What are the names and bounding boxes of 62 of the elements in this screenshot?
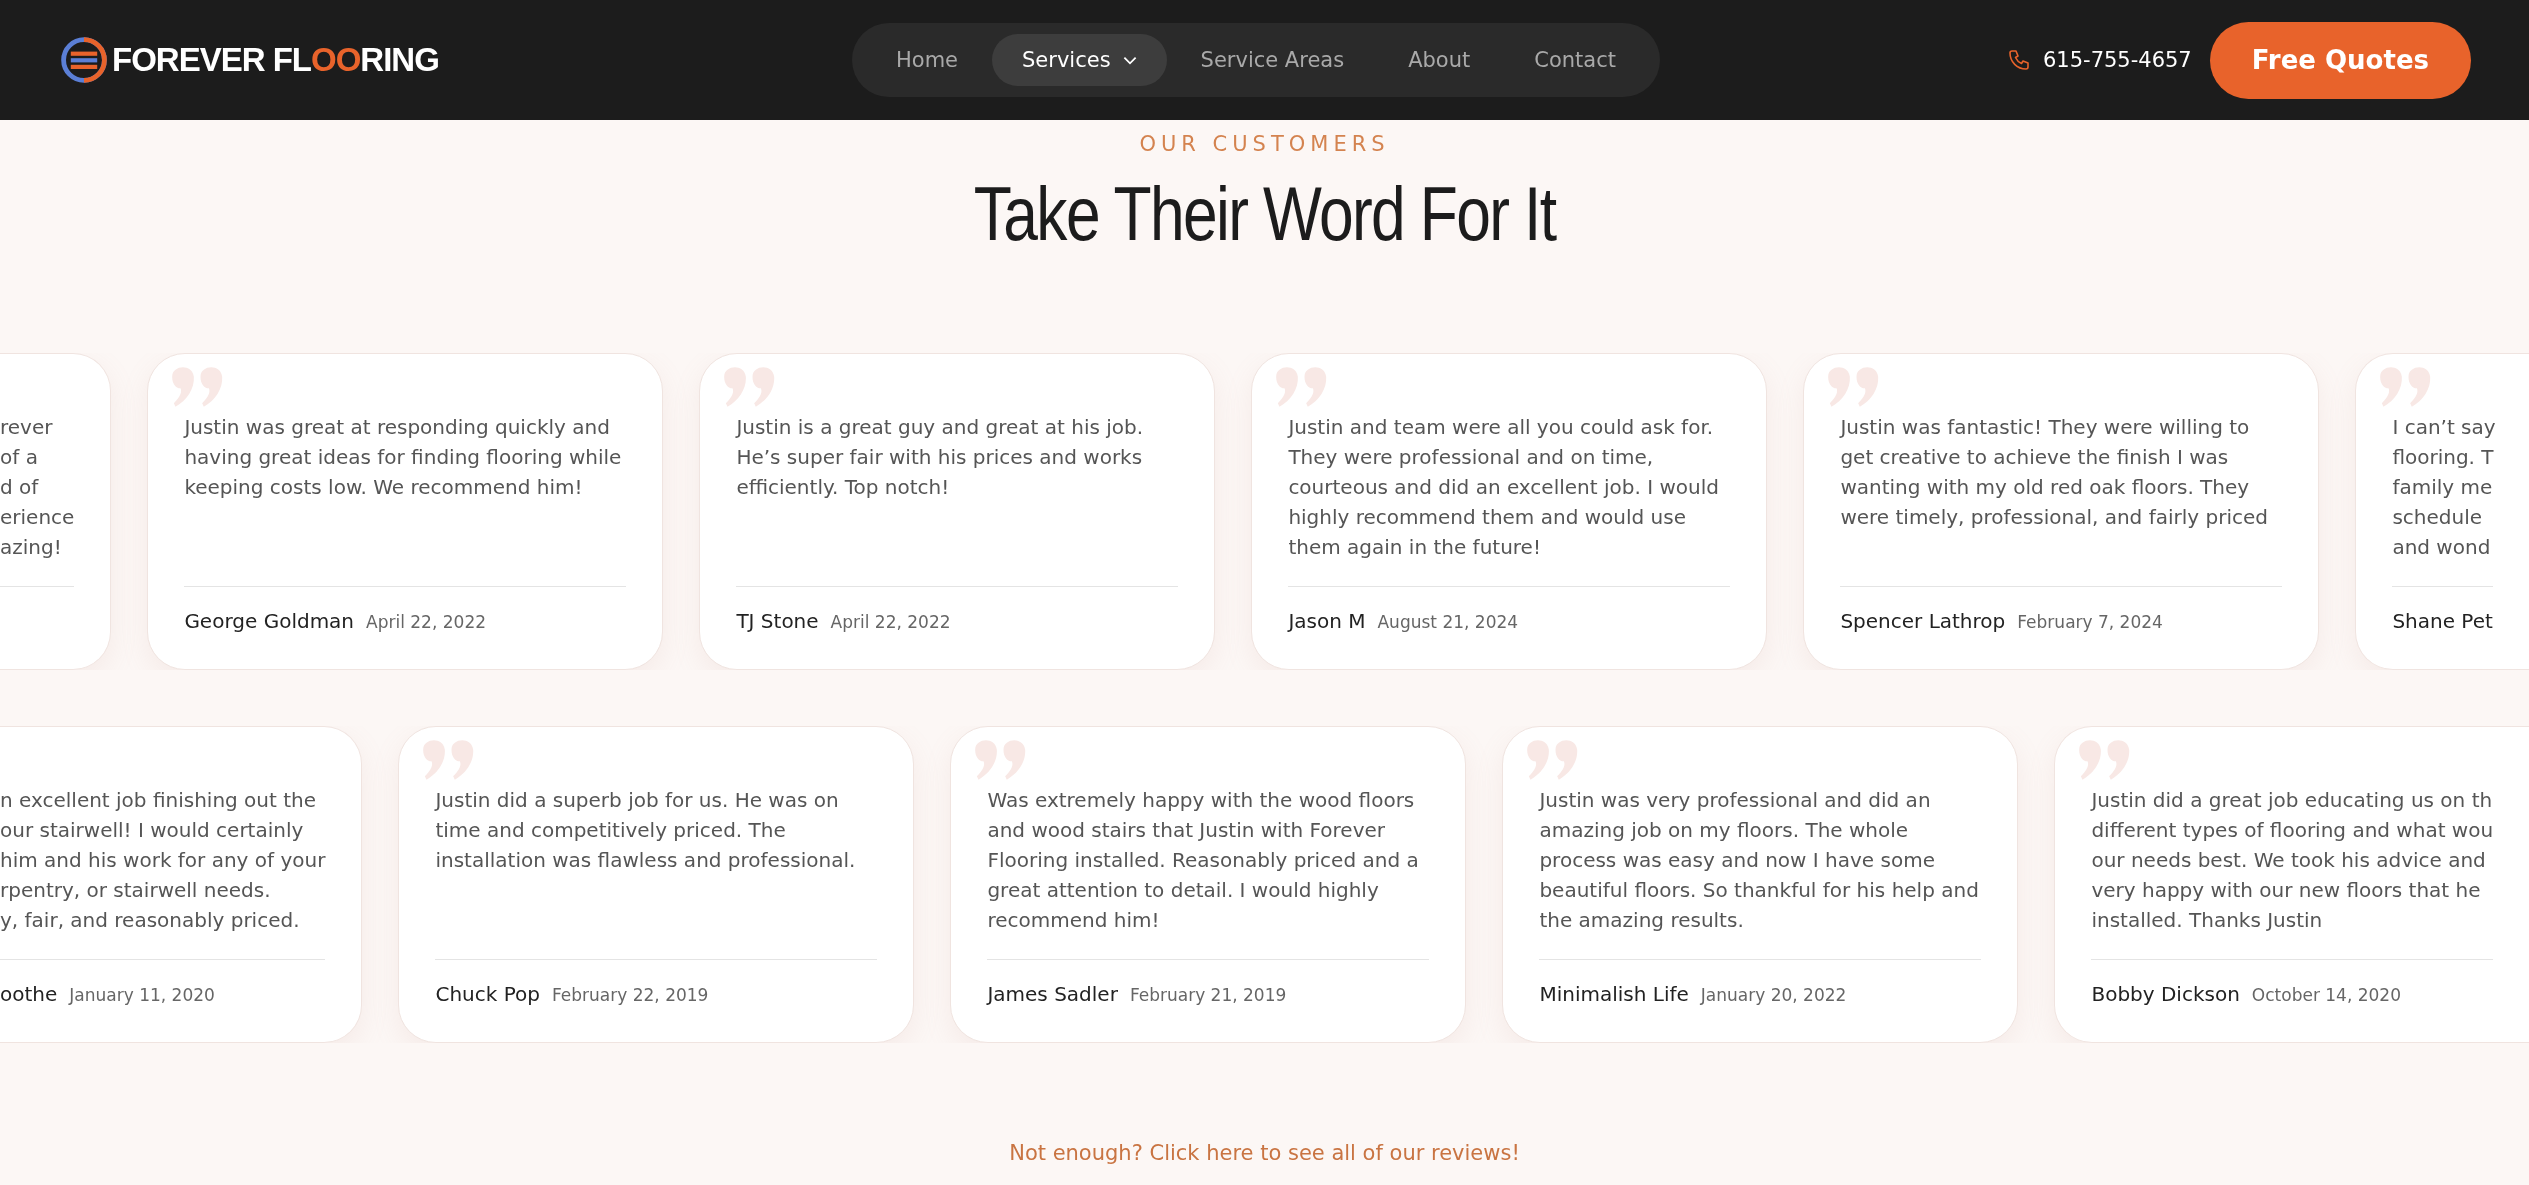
free-quotes-button[interactable]: Free Quotes	[2209, 21, 2471, 99]
nav-link[interactable]: About	[1378, 34, 1501, 86]
review-text-line: different types of flooring and what wou	[2091, 817, 2493, 844]
review-text: Justin was great at responding quickly and having great ideas for finding flooring while keeping costs low. We recommend him!	[184, 414, 623, 501]
review-text: Justin was very professional and did an amazing job on my floors. The whole process was easy and now I have some beautiful floors. So thankful for his help and the amazing results.	[1539, 787, 1980, 934]
review-text-line: installed. Thanks Justin	[2091, 907, 2324, 934]
review-text-line: d of	[0, 474, 40, 501]
review-text-line: him and his work for any of your	[0, 847, 326, 874]
section-title: Take Their Word For It	[973, 170, 1556, 257]
review-text: Was extremely happy with the wood floors and wood stairs that Justin with Forever Flooring installed. Reasonably priced and a great attention to detail. I would highly recommend him!	[987, 787, 1420, 934]
review-date: October 14, 2020	[2251, 985, 2401, 1005]
reviewer-name: Spencer Lathrop	[1840, 609, 2006, 633]
review-text-line: of a	[0, 444, 39, 471]
review-date: April 22, 2022	[830, 612, 951, 632]
review-date: February 7, 2024	[2017, 612, 2163, 632]
nav-link[interactable]: Home	[866, 34, 988, 86]
review-text: Justin and team were all you could ask for. They were professional and on time, courteous and did an excellent job. I would highly recommend them and would use them again in the future!	[1288, 414, 1720, 561]
review-text-line: rpentry, or stairwell needs.	[0, 877, 272, 904]
reviewer-name: oothe	[0, 982, 58, 1006]
reviewer-name: Bobby Dickson	[2091, 982, 2240, 1006]
reviewer-name: James Sadler	[987, 982, 1118, 1006]
reviewer-name: Jason M	[1288, 609, 1366, 633]
all-reviews-link[interactable]: Not enough? Click here to see all of our reviews!	[1009, 1141, 1520, 1165]
logo-lettering[interactable]: OO	[311, 41, 361, 78]
review-date: August 21, 2024	[1377, 612, 1519, 632]
reviewer-name: Chuck Pop	[435, 982, 540, 1006]
reviewer-name: Shane Pet	[2392, 609, 2493, 633]
review-text-line: Justin did a great job educating us on th	[2091, 787, 2493, 814]
phone-number[interactable]: 615-755-4657	[2042, 48, 2192, 72]
review-text-line: rever	[0, 414, 54, 441]
review-date: February 21, 2019	[1129, 985, 1287, 1005]
review-date: February 22, 2019	[551, 985, 709, 1005]
logo-icon[interactable]	[60, 36, 108, 84]
review-text: Justin is a great guy and great at his job. He’s super fair with his prices and works efficiently. Top notch!	[736, 414, 1145, 501]
nav-link[interactable]: Service Areas	[1170, 34, 1375, 86]
review-date: January 11, 2020	[69, 985, 215, 1005]
review-text: Justin did a superb job for us. He was on time and competitively priced. The installation was flawless and professional.	[435, 787, 857, 874]
review-text: Justin was fantastic! They were willing to get creative to achieve the finish I was wanting with my old red oak floors. They were timely, professional, and fairly priced	[1840, 414, 2269, 531]
review-text-line: schedule	[2392, 504, 2483, 531]
review-text-line: azing!	[0, 534, 63, 561]
section-eyebrow: OUR CUSTOMERS	[1139, 132, 1390, 156]
review-text-line: flooring. T	[2392, 444, 2493, 471]
review-text-line: y, fair, and reasonably priced.	[0, 907, 301, 934]
review-text-line: erience	[0, 504, 75, 531]
review-text-line: our stairwell! I would certainly	[0, 817, 305, 844]
review-date: January 20, 2022	[1700, 985, 1847, 1005]
reviewer-name: TJ Stone	[736, 609, 819, 633]
reviewer-name: Minimalish Life	[1539, 982, 1689, 1006]
nav-link[interactable]: Contact	[1504, 34, 1646, 86]
review-text-line: family me	[2392, 474, 2493, 501]
logo-lettering[interactable]: RING	[360, 41, 439, 78]
review-text-line: and wond	[2392, 534, 2492, 561]
phone-icon[interactable]	[2006, 48, 2031, 72]
review-text-line: n excellent job finishing out the	[0, 787, 318, 814]
chevron-down-icon	[1122, 55, 1137, 65]
review-text-line: very happy with our new floors that he	[2091, 877, 2482, 904]
logo-lettering[interactable]: FOREVER FL	[112, 41, 311, 78]
review-text-line: I can’t say	[2392, 414, 2493, 441]
reviewer-name: George Goldman	[184, 609, 355, 633]
nav-link[interactable]: Services	[992, 34, 1167, 86]
review-text-line: our needs best. We took his advice and	[2091, 847, 2487, 874]
review-date: April 22, 2022	[366, 612, 486, 632]
